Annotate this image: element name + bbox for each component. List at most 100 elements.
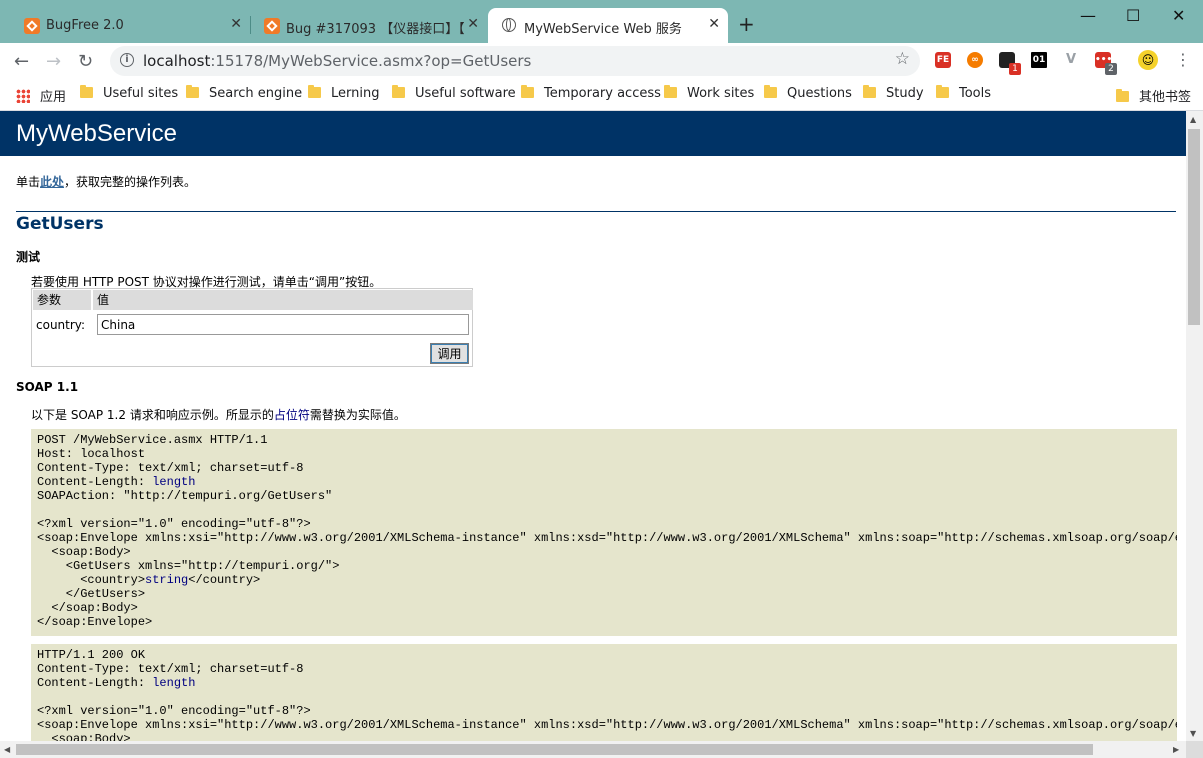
bookmark-star-icon[interactable]: ☆ — [895, 49, 910, 69]
param-column-header: 参数 — [33, 290, 91, 310]
code-line: Content-Type: text/xml; charset=utf-8 — [37, 662, 304, 676]
new-tab-button[interactable]: + — [738, 12, 755, 36]
country-input[interactable] — [97, 314, 469, 335]
bookmark-work-sites[interactable]: Work sites — [664, 85, 755, 101]
invoke-form: 参数 值 country: 调用 — [31, 288, 473, 367]
url-text[interactable]: localhost:15178/MyWebService.asmx?op=Get… — [143, 52, 531, 70]
bugfree-favicon-icon — [264, 18, 280, 34]
folder-icon — [1116, 89, 1129, 102]
close-window-button[interactable]: ✕ — [1172, 6, 1185, 25]
code-line: Content-Length: — [37, 475, 153, 489]
extension-label: FE — [936, 55, 950, 65]
tab-bugfree[interactable]: BugFree 2.0 ✕ — [10, 8, 250, 43]
code-line: <soap:Envelope xmlns:xsi="http://www.w3.… — [37, 718, 1177, 732]
page-heading: MyWebService — [0, 111, 1186, 156]
folder-icon — [80, 85, 93, 98]
forward-arrow-icon[interactable]: → — [46, 51, 61, 72]
bookmark-label: Study — [886, 86, 924, 101]
back-arrow-icon[interactable]: ← — [14, 51, 29, 72]
operation-title: GetUsers — [16, 214, 104, 234]
close-tab-icon[interactable]: ✕ — [467, 16, 479, 32]
folder-icon — [863, 85, 876, 98]
bookmark-useful-sites[interactable]: Useful sites — [80, 85, 179, 101]
profile-avatar-icon[interactable]: ☺ — [1138, 50, 1158, 70]
infinity-extension-icon[interactable]: ∞ — [967, 52, 983, 68]
bookmark-useful-software[interactable]: Useful software — [392, 85, 516, 101]
close-tab-icon[interactable]: ✕ — [230, 16, 242, 32]
scroll-left-icon[interactable]: ◀ — [4, 745, 10, 754]
bookmark-label: Useful sites — [103, 86, 179, 101]
bookmark-search-engine[interactable]: Search engine — [186, 85, 303, 101]
globe-icon — [502, 18, 516, 32]
horizontal-scroll-thumb[interactable] — [16, 744, 1093, 755]
scroll-up-icon[interactable]: ▲ — [1190, 115, 1196, 124]
code-line: <GetUsers xmlns="http://tempuri.org/"> — [37, 559, 340, 573]
code-line: <?xml version="1.0" encoding="utf-8"?> — [37, 517, 311, 531]
soap-section-title: SOAP 1.1 — [16, 380, 79, 394]
extension-label: V — [1065, 52, 1077, 67]
soap-response-sample: HTTP/1.1 200 OK Content-Type: text/xml; … — [31, 644, 1177, 743]
extension-label: ∞ — [971, 55, 979, 65]
folder-icon — [186, 85, 199, 98]
bookmark-label: Work sites — [687, 86, 755, 101]
bookmark-label: 应用 — [40, 90, 67, 105]
v-extension-icon[interactable]: V — [1063, 52, 1079, 68]
url-path: :15178/MyWebService.asmx?op=GetUsers — [210, 52, 532, 70]
maximize-button[interactable]: ☐ — [1126, 6, 1140, 25]
fe-extension-icon[interactable]: FE — [935, 52, 951, 68]
code-line: </soap:Envelope> — [37, 615, 153, 629]
invoke-button[interactable]: 调用 — [430, 343, 469, 364]
close-tab-icon[interactable]: ✕ — [708, 16, 720, 32]
bookmark-tools[interactable]: Tools — [936, 85, 992, 101]
minimize-button[interactable]: — — [1080, 6, 1096, 25]
tab-title: MyWebService Web 服务 — [524, 22, 682, 37]
bookmarks-bar: 应用 Useful sites Search engine Lerning Us… — [0, 80, 1203, 111]
extension-label: 01 — [1032, 55, 1046, 65]
scroll-down-icon[interactable]: ▼ — [1190, 729, 1196, 738]
operations-list-link[interactable]: 此处 — [40, 175, 64, 189]
bookmark-questions[interactable]: Questions — [764, 85, 852, 101]
horizontal-scrollbar[interactable]: ◀ ▶ — [0, 741, 1186, 758]
code-line: Content-Length: — [37, 676, 153, 690]
tab-bug-317093[interactable]: Bug #317093 【仪器接口】【需 ✕ — [250, 8, 487, 43]
tab-title: BugFree 2.0 — [46, 18, 124, 33]
code-line: Host: localhost — [37, 447, 146, 461]
intro-text: 单击此处，获取完整的操作列表。 — [16, 173, 196, 190]
code-line: Content-Type: text/xml; charset=utf-8 — [37, 461, 304, 475]
bookmark-study[interactable]: Study — [863, 85, 924, 101]
vertical-scrollbar[interactable]: ▲ ▼ — [1186, 111, 1203, 743]
intro-prefix: 单击 — [16, 175, 41, 189]
address-bar[interactable]: i localhost:15178/MyWebService.asmx?op=G… — [110, 46, 920, 76]
reload-icon[interactable]: ↻ — [78, 51, 93, 72]
code-line: <soap:Body> — [37, 545, 131, 559]
01-extension-icon[interactable]: 01 — [1031, 52, 1047, 68]
bookmark-temporary-access[interactable]: Temporary access — [521, 85, 661, 101]
code-line: </country> — [188, 573, 261, 587]
code-placeholder: length — [152, 676, 196, 690]
placeholder-term: 占位符 — [273, 408, 310, 422]
service-title: MyWebService — [16, 120, 177, 147]
extension-badge: 2 — [1105, 63, 1117, 75]
bookmark-other[interactable]: 其他书签 — [1116, 86, 1191, 105]
form-header: 参数 值 — [33, 290, 473, 310]
folder-icon — [936, 85, 949, 98]
browser-window: BugFree 2.0 ✕ Bug #317093 【仪器接口】【需 ✕ MyW… — [0, 0, 1203, 758]
bookmark-label: Useful software — [415, 86, 516, 101]
code-line: </GetUsers> — [37, 587, 146, 601]
code-line: <country> — [37, 573, 146, 587]
tab-mywebservice[interactable]: MyWebService Web 服务 ✕ — [488, 8, 728, 43]
bookmark-apps[interactable]: 应用 — [16, 86, 66, 105]
menu-kebab-icon[interactable]: ⋮ — [1175, 50, 1191, 69]
code-placeholder: length — [152, 475, 196, 489]
code-line: SOAPAction: "http://tempuri.org/GetUsers… — [37, 489, 333, 503]
bookmark-label: 其他书签 — [1139, 90, 1192, 105]
bookmark-label: Tools — [959, 86, 992, 101]
bookmark-label: Search engine — [209, 86, 303, 101]
code-line: <soap:Envelope xmlns:xsi="http://www.w3.… — [37, 531, 1177, 545]
bookmark-lerning[interactable]: Lerning — [308, 85, 379, 101]
vertical-scroll-thumb[interactable] — [1188, 129, 1200, 325]
scroll-right-icon[interactable]: ▶ — [1173, 745, 1179, 754]
info-icon[interactable]: i — [120, 53, 134, 67]
value-column-header: 值 — [93, 290, 473, 310]
bookmark-label: Temporary access — [544, 86, 661, 101]
